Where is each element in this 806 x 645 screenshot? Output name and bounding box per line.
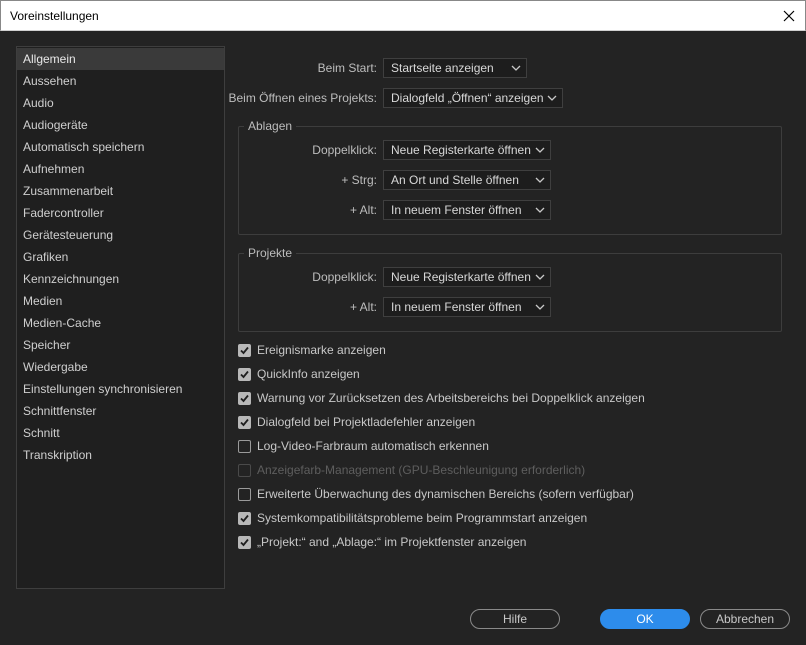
checkbox[interactable] xyxy=(238,343,251,357)
checkbox-label: Dialogfeld bei Projektladefehler anzeige… xyxy=(257,415,476,429)
checkbox-label: Warnung vor Zurücksetzen des Arbeitsbere… xyxy=(257,391,645,405)
sidebar-item-kennzeichnungen[interactable]: Kennzeichnungen xyxy=(17,268,224,290)
close-icon xyxy=(783,10,795,22)
sidebar-item-gerätesteuerung[interactable]: Gerätesteuerung xyxy=(17,224,224,246)
chevron-down-icon xyxy=(535,274,545,280)
bins-ctrl-label: + Strg: xyxy=(341,173,377,187)
checkbox-row[interactable]: QuickInfo anzeigen xyxy=(238,365,360,383)
checkbox-label: Erweiterte Überwachung des dynamischen B… xyxy=(257,487,634,501)
sidebar-item-aussehen[interactable]: Aussehen xyxy=(17,70,224,92)
bins-alt-value: In neuem Fenster öffnen xyxy=(391,203,522,217)
checkbox-row[interactable]: Systemkompatibilitätsprobleme beim Progr… xyxy=(238,509,587,527)
checkbox[interactable] xyxy=(238,487,251,501)
checkbox[interactable] xyxy=(238,511,251,525)
checkbox[interactable] xyxy=(238,535,251,549)
projects-alt-dropdown[interactable]: In neuem Fenster öffnen xyxy=(383,297,551,317)
sidebar-item-automatisch-speichern[interactable]: Automatisch speichern xyxy=(17,136,224,158)
checkbox-row[interactable]: Log-Video-Farbraum automatisch erkennen xyxy=(238,437,489,455)
sidebar-item-transkription[interactable]: Transkription xyxy=(17,444,224,466)
checkbox-row[interactable]: „Projekt:“ and „Ablage:“ im Projektfenst… xyxy=(238,533,526,551)
checkbox-row[interactable]: Erweiterte Überwachung des dynamischen B… xyxy=(238,485,634,503)
bins-alt-dropdown[interactable]: In neuem Fenster öffnen xyxy=(383,200,551,220)
sidebar-item-aufnehmen[interactable]: Aufnehmen xyxy=(17,158,224,180)
preferences-category-list: Allgemein Aussehen Audio Audiogeräte Automat… xyxy=(16,46,225,589)
projects-double-click-value: Neue Registerkarte öffnen xyxy=(391,270,531,284)
bins-double-click-dropdown[interactable]: Neue Registerkarte öffnen xyxy=(383,140,551,160)
sidebar-item-schnittfenster[interactable]: Schnittfenster xyxy=(17,400,224,422)
bins-ctrl-dropdown[interactable]: An Ort und Stelle öffnen xyxy=(383,170,551,190)
help-button[interactable]: Hilfe xyxy=(470,609,560,629)
open-project-dropdown-value: Dialogfeld „Öffnen“ anzeigen xyxy=(391,91,544,105)
sidebar-item-grafiken[interactable]: Grafiken xyxy=(17,246,224,268)
checkbox-label: Systemkompatibilitätsprobleme beim Progr… xyxy=(257,511,588,525)
checkmark-icon xyxy=(240,514,249,522)
projects-double-click-label: Doppelklick: xyxy=(312,270,377,284)
sidebar-item-speicher[interactable]: Speicher xyxy=(17,334,224,356)
chevron-down-icon xyxy=(535,304,545,310)
title-bar: Voreinstellungen xyxy=(0,0,806,31)
checkmark-icon xyxy=(240,394,249,402)
sidebar-item-zusammenarbeit[interactable]: Zusammenarbeit xyxy=(17,180,224,202)
startup-dropdown[interactable]: Startseite anzeigen xyxy=(383,58,527,78)
startup-dropdown-value: Startseite anzeigen xyxy=(391,61,494,75)
checkmark-icon xyxy=(240,346,249,354)
checkbox-label: „Projekt:“ and „Ablage:“ im Projektfenst… xyxy=(257,535,527,549)
projects-double-click-dropdown[interactable]: Neue Registerkarte öffnen xyxy=(383,267,551,287)
projects-group xyxy=(238,253,782,332)
chevron-down-icon xyxy=(535,147,545,153)
sidebar-item-einstellungen-synchronisieren[interactable]: Einstellungen synchronisieren xyxy=(17,378,224,400)
chevron-down-icon xyxy=(511,65,521,71)
startup-label: Beim Start: xyxy=(317,61,377,75)
projects-alt-label: + Alt: xyxy=(349,300,377,314)
checkmark-icon xyxy=(240,418,249,426)
checkbox[interactable] xyxy=(238,367,251,381)
bins-ctrl-value: An Ort und Stelle öffnen xyxy=(391,173,519,187)
checkbox xyxy=(238,463,251,477)
bins-alt-label: + Alt: xyxy=(349,203,377,217)
checkbox-label: QuickInfo anzeigen xyxy=(257,367,360,381)
bins-group-title: Ablagen xyxy=(244,119,297,133)
cancel-button[interactable]: Abbrechen xyxy=(700,609,790,629)
sidebar-item-medien[interactable]: Medien xyxy=(17,290,224,312)
checkbox[interactable] xyxy=(238,391,251,405)
chevron-down-icon xyxy=(547,95,557,101)
projects-alt-value: In neuem Fenster öffnen xyxy=(391,300,522,314)
ok-button[interactable]: OK xyxy=(600,609,690,629)
checkbox[interactable] xyxy=(238,439,251,453)
sidebar-item-fadercontroller[interactable]: Fadercontroller xyxy=(17,202,224,224)
checkbox-row[interactable]: Warnung vor Zurücksetzen des Arbeitsbere… xyxy=(238,389,645,407)
sidebar-item-medien-cache[interactable]: Medien-Cache xyxy=(17,312,224,334)
chevron-down-icon xyxy=(535,207,545,213)
sidebar-item-schnitt[interactable]: Schnitt xyxy=(17,422,224,444)
checkmark-icon xyxy=(240,370,249,378)
bins-double-click-label: Doppelklick: xyxy=(312,143,377,157)
sidebar-item-wiedergabe[interactable]: Wiedergabe xyxy=(17,356,224,378)
projects-group-title: Projekte xyxy=(244,246,297,260)
checkbox-row: Anzeigefarb-Management (GPU-Beschleunigu… xyxy=(238,461,585,479)
sidebar-item-audiogeräte[interactable]: Audiogeräte xyxy=(17,114,224,136)
sidebar-item-audio[interactable]: Audio xyxy=(17,92,224,114)
checkmark-icon xyxy=(240,538,249,546)
checkbox[interactable] xyxy=(238,415,251,429)
checkbox-label: Log-Video-Farbraum automatisch erkennen xyxy=(257,439,489,453)
open-project-dropdown[interactable]: Dialogfeld „Öffnen“ anzeigen xyxy=(383,88,563,108)
window-title: Voreinstellungen xyxy=(10,9,99,23)
close-button[interactable] xyxy=(773,1,805,31)
chevron-down-icon xyxy=(535,177,545,183)
checkbox-label: Anzeigefarb-Management (GPU-Beschleunigu… xyxy=(257,463,586,477)
sidebar-item-allgemein[interactable]: Allgemein xyxy=(17,48,224,70)
checkbox-label: Ereignismarke anzeigen xyxy=(257,343,386,357)
checkbox-row[interactable]: Dialogfeld bei Projektladefehler anzeige… xyxy=(238,413,475,431)
bins-double-click-value: Neue Registerkarte öffnen xyxy=(391,143,531,157)
open-project-label: Beim Öffnen eines Projekts: xyxy=(228,91,377,105)
checkbox-row[interactable]: Ereignismarke anzeigen xyxy=(238,341,386,359)
